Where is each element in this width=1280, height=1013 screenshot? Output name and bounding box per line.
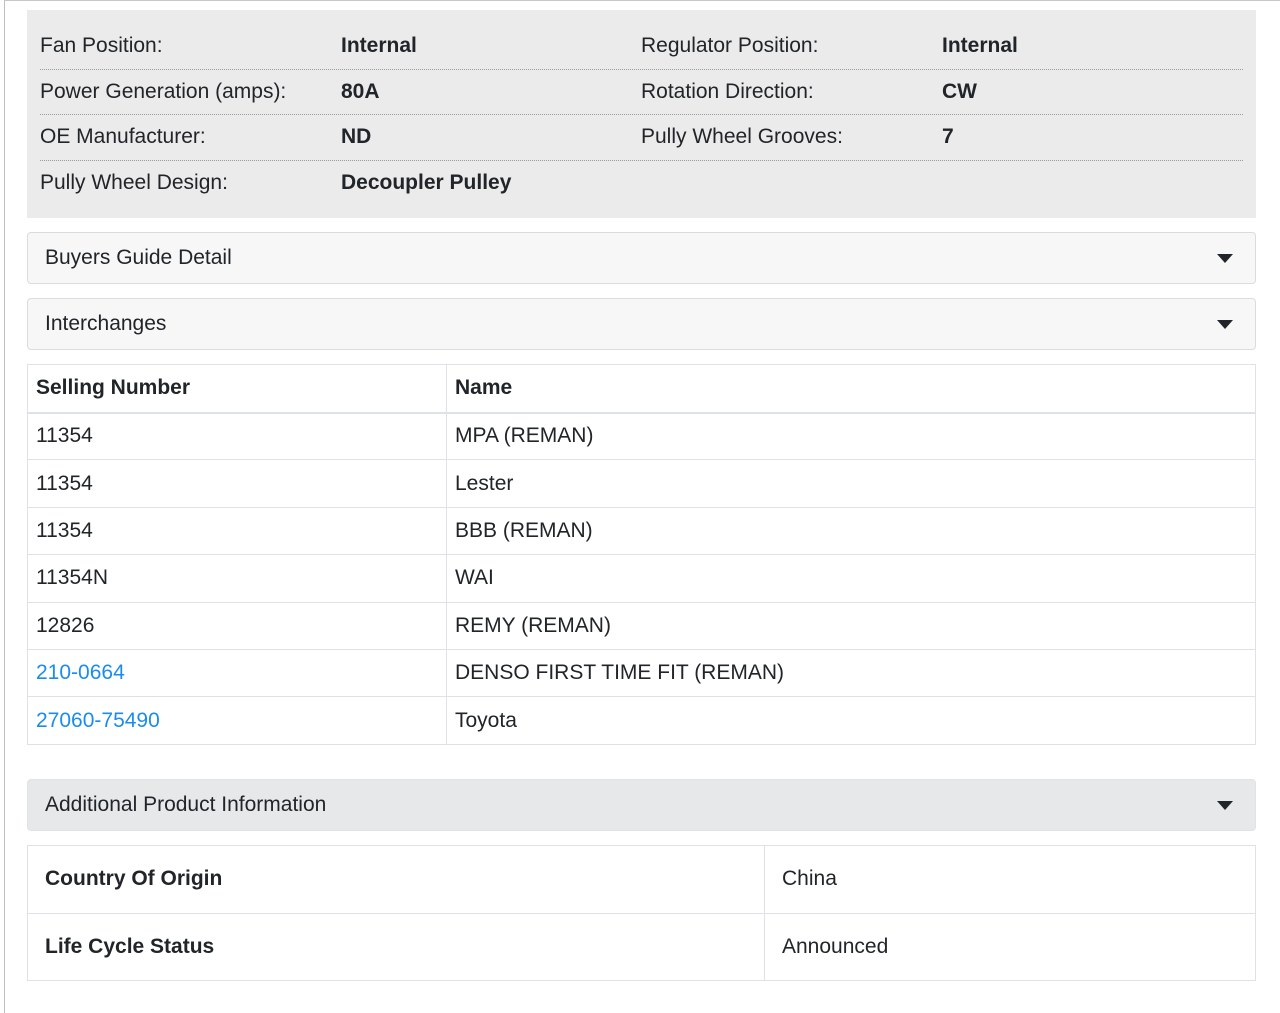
spec-value-oe-manufacturer: ND: [341, 125, 372, 149]
selling-number-cell: 210-0664: [27, 648, 447, 698]
table-header-row: Selling Number Name: [27, 364, 1256, 414]
spec-value-rotation-direction: CW: [942, 79, 977, 103]
info-key-life-cycle-status: Life Cycle Status: [27, 912, 765, 981]
spec-label-pulley-design: Pully Wheel Design:: [40, 171, 228, 195]
caret-down-icon: [1217, 319, 1233, 329]
interchanges-title: Interchanges: [45, 312, 167, 335]
additional-info-title: Additional Product Information: [45, 793, 327, 816]
spec-value-regulator-position: Internal: [942, 34, 1018, 58]
name-cell: MPA (REMAN): [446, 411, 1256, 461]
name-cell: WAI: [446, 554, 1256, 603]
additional-info-accordion[interactable]: Additional Product Information: [27, 779, 1256, 831]
interchanges-accordion[interactable]: Interchanges: [27, 298, 1256, 350]
table-row: Life Cycle Status Announced: [27, 912, 1256, 981]
spec-cell: Fan Position: Internal: [40, 34, 641, 58]
spec-label-oe-manufacturer: OE Manufacturer:: [40, 125, 206, 149]
additional-info-table: Country Of Origin China Life Cycle Statu…: [27, 845, 1256, 981]
spec-value-pulley-design: Decoupler Pulley: [341, 171, 512, 195]
spec-value-fan-position: Internal: [341, 34, 417, 58]
caret-down-icon: [1217, 253, 1233, 263]
info-key-country-of-origin: Country Of Origin: [27, 845, 765, 914]
interchanges-table: Selling Number Name 11354 MPA (REMAN) 11…: [27, 364, 1256, 745]
selling-number-cell: 27060-75490: [27, 696, 447, 745]
specifications-panel: Fan Position: Internal Regulator Positio…: [27, 10, 1256, 218]
table-row: 11354 BBB (REMAN): [27, 506, 1256, 556]
spec-label-rotation-direction: Rotation Direction:: [641, 79, 814, 103]
spec-row: Power Generation (amps): 80A Rotation Di…: [40, 70, 1243, 115]
selling-number-link[interactable]: 210-0664: [36, 661, 125, 684]
spec-cell: Power Generation (amps): 80A: [40, 80, 641, 104]
spec-label-power-generation: Power Generation (amps):: [40, 79, 287, 103]
spec-cell: Regulator Position: Internal: [641, 34, 1242, 58]
spec-row: Fan Position: Internal Regulator Positio…: [40, 24, 1243, 70]
spec-label-fan-position: Fan Position:: [40, 34, 163, 58]
selling-number-cell: 11354N: [27, 554, 447, 603]
selling-number-link[interactable]: 27060-75490: [36, 709, 160, 732]
spec-row: Pully Wheel Design: Decoupler Pulley: [40, 161, 1243, 207]
spec-row: OE Manufacturer: ND Pully Wheel Grooves:…: [40, 115, 1243, 161]
table-row: 210-0664 DENSO FIRST TIME FIT (REMAN): [27, 648, 1256, 698]
table-row: 11354N WAI: [27, 554, 1256, 603]
table-row: 27060-75490 Toyota: [27, 696, 1256, 745]
info-value-life-cycle-status: Announced: [764, 912, 1256, 981]
spec-label-regulator-position: Regulator Position:: [641, 34, 819, 58]
buyers-guide-title: Buyers Guide Detail: [45, 246, 232, 269]
table-row: 12826 REMY (REMAN): [27, 601, 1256, 650]
table-row: 11354 MPA (REMAN): [27, 411, 1256, 461]
spec-value-pulley-grooves: 7: [942, 125, 954, 149]
info-value-country-of-origin: China: [764, 845, 1256, 914]
buyers-guide-accordion[interactable]: Buyers Guide Detail: [27, 232, 1256, 284]
name-cell: Toyota: [446, 696, 1256, 745]
table-row: Country Of Origin China: [27, 845, 1256, 914]
column-header-selling-number: Selling Number: [27, 364, 447, 414]
column-header-name: Name: [446, 364, 1256, 414]
spec-cell: Rotation Direction: CW: [641, 80, 1242, 104]
spec-value-power-generation: 80A: [341, 79, 380, 103]
spec-cell: Pully Wheel Grooves: 7: [641, 125, 1242, 149]
table-row: 11354 Lester: [27, 459, 1256, 508]
caret-down-icon: [1217, 800, 1233, 810]
selling-number-cell: 11354: [27, 459, 447, 508]
selling-number-cell: 12826: [27, 601, 447, 650]
spec-cell: OE Manufacturer: ND: [40, 125, 641, 149]
spec-label-pulley-grooves: Pully Wheel Grooves:: [641, 125, 843, 149]
selling-number-cell: 11354: [27, 411, 447, 461]
selling-number-cell: 11354: [27, 506, 447, 556]
name-cell: DENSO FIRST TIME FIT (REMAN): [446, 648, 1256, 698]
name-cell: BBB (REMAN): [446, 506, 1256, 556]
spec-cell: Pully Wheel Design: Decoupler Pulley: [40, 171, 641, 195]
name-cell: Lester: [446, 459, 1256, 508]
name-cell: REMY (REMAN): [446, 601, 1256, 650]
